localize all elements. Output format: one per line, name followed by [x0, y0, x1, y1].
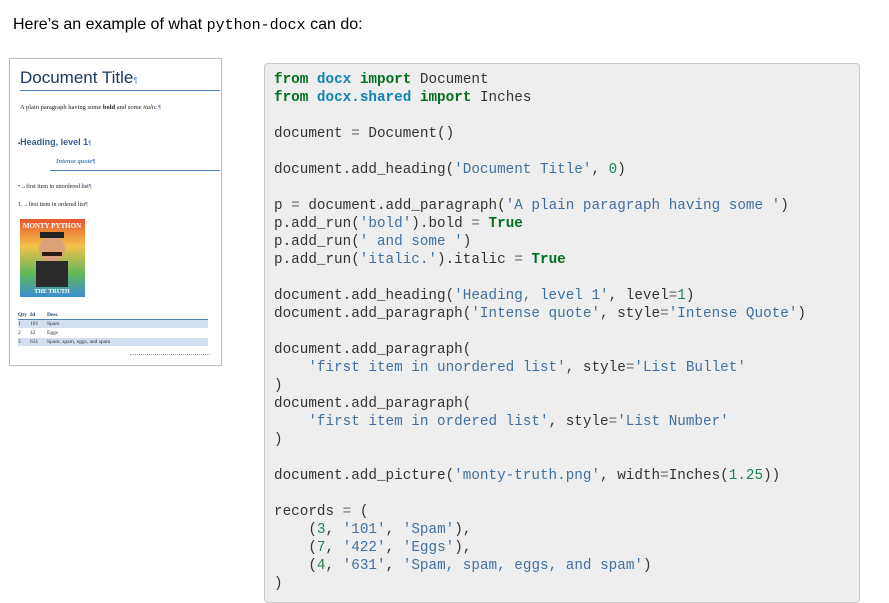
preview-quote: Intense quote¶ [56, 158, 96, 165]
table-row: 1 101 Spam [18, 320, 208, 329]
preview-title-rule [20, 90, 220, 91]
intro-prefix: Here’s an example of what [13, 16, 207, 33]
preview-title: Document Title¶ [20, 68, 138, 87]
preview-numbered-item: 1.→first item in ordered list¶ [18, 202, 88, 208]
document-preview-image: Document Title¶ A plain paragraph having… [9, 58, 222, 366]
preview-page-break [130, 354, 210, 355]
intro-text: Here’s an example of what python-docx ca… [13, 16, 363, 34]
preview-table: Qty Id Desc 1 101 Spam 2 42 Eggs 3 631 S… [18, 311, 208, 347]
pilcrow-icon: ¶ [133, 76, 138, 85]
table-row: 3 631 Spam, spam, eggs, and spam [18, 338, 208, 347]
preview-heading: ▪Heading, level 1¶ [18, 137, 92, 147]
preview-bullet-item: •→first item in unordered list¶ [18, 184, 92, 190]
table-header-row: Qty Id Desc [18, 311, 208, 320]
poster-bottom-text: THE TRUTH [34, 289, 70, 295]
poster-top-text: MONTY PYTHON [23, 222, 81, 230]
table-row: 2 42 Eggs [18, 329, 208, 338]
preview-poster-image: MONTY PYTHON THE TRUTH [20, 219, 85, 297]
code-text: from docx import Document from docx.shar… [274, 72, 806, 592]
code-block: from docx import Document from docx.shar… [264, 63, 860, 603]
intro-code: python-docx [206, 17, 306, 34]
intro-suffix: can do: [305, 16, 363, 33]
preview-paragraph: A plain paragraph having some bold and s… [20, 104, 162, 111]
preview-quote-rule [50, 170, 220, 171]
